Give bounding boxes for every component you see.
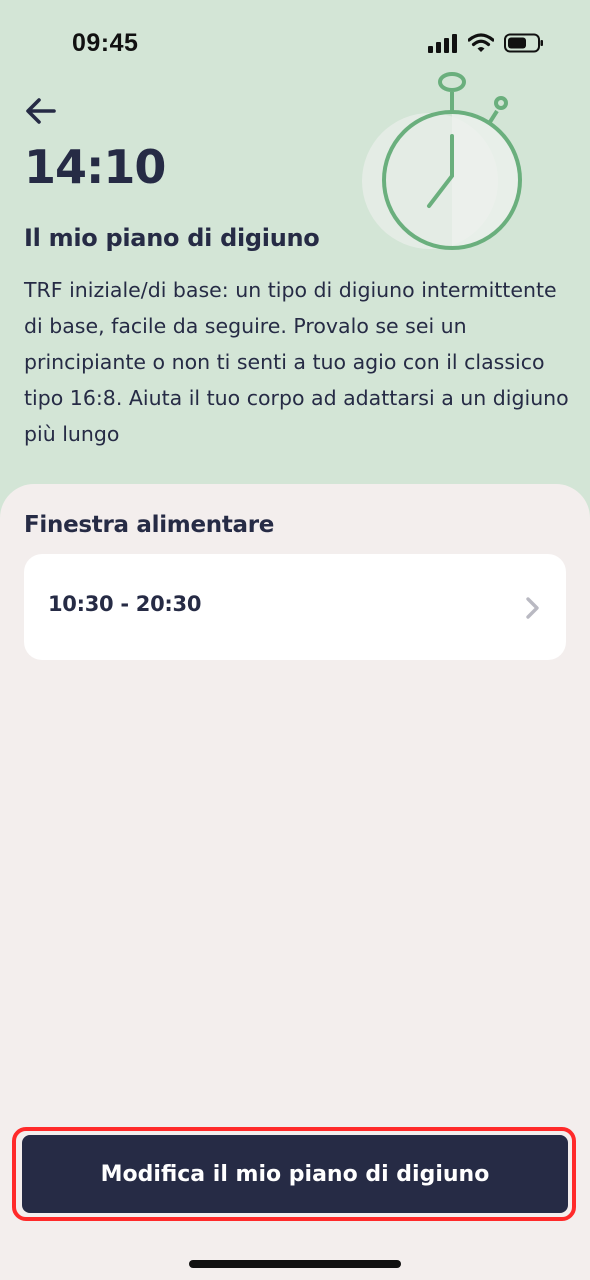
arrow-left-icon[interactable]	[24, 94, 58, 128]
elapsed-time: 14:10	[24, 140, 166, 194]
plan-description: TRF iniziale/di base: un tipo di digiuno…	[24, 278, 569, 446]
edit-plan-button[interactable]: Modifica il mio piano di digiuno	[22, 1135, 568, 1213]
home-indicator[interactable]	[189, 1260, 401, 1268]
eating-window-title: Finestra alimentare	[24, 512, 275, 538]
status-icons	[428, 33, 544, 53]
plan-title: Il mio piano di digiuno	[24, 224, 320, 252]
eating-window-card[interactable]: 10:30 - 20:30	[24, 554, 566, 660]
wifi-icon	[468, 33, 494, 52]
eating-window-value: 10:30 - 20:30	[48, 592, 202, 616]
chevron-right-icon	[526, 597, 539, 619]
stopwatch-icon	[362, 72, 522, 250]
battery-icon	[504, 33, 543, 53]
signal-icon	[428, 34, 457, 53]
status-time: 09:45	[72, 29, 139, 57]
